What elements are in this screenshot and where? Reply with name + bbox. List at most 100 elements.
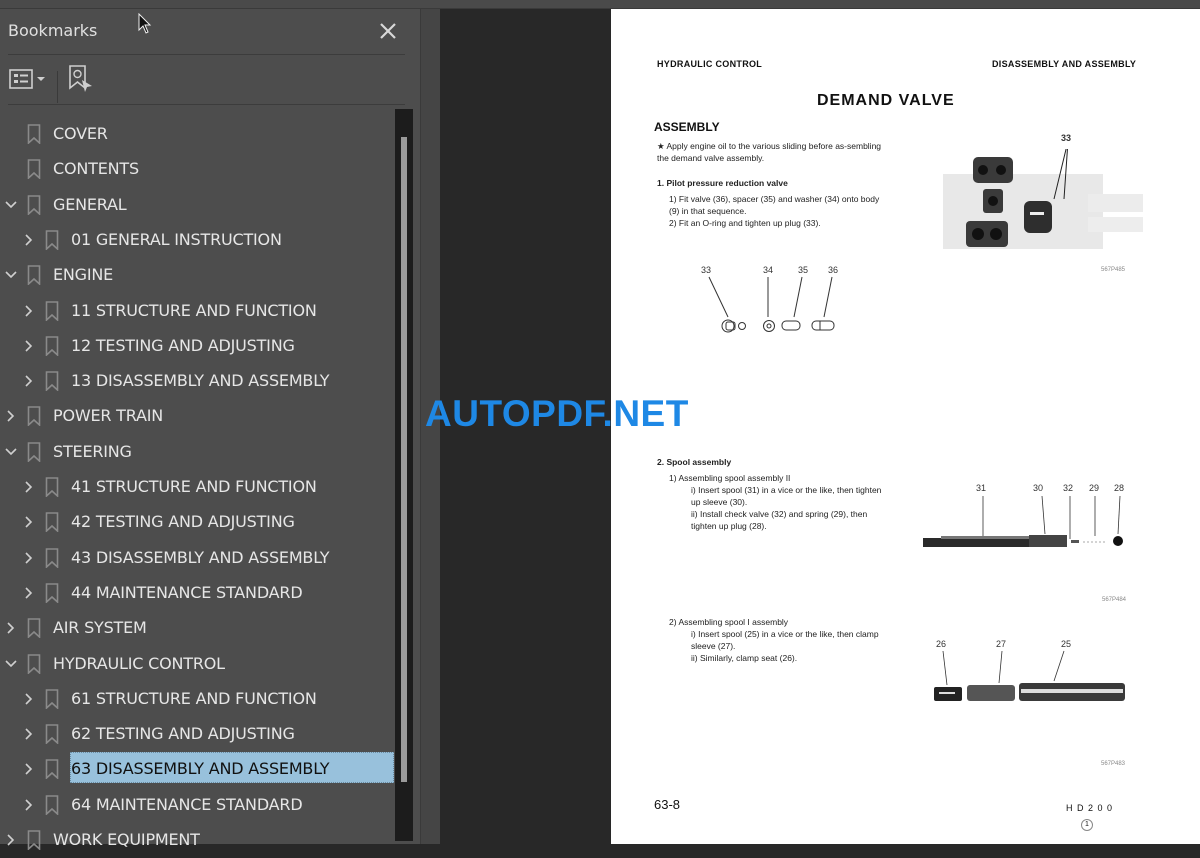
bookmark-item[interactable]: 12 TESTING AND ADJUSTING xyxy=(0,329,394,364)
find-current-bookmark-button[interactable] xyxy=(67,64,95,94)
bookmark-label: 41 STRUCTURE AND FUNCTION xyxy=(71,477,317,496)
bookmark-icon xyxy=(45,230,59,250)
bookmark-item[interactable]: 62 TESTING AND ADJUSTING xyxy=(0,717,394,752)
callout: 33 xyxy=(701,265,712,275)
callout: 31 xyxy=(976,483,987,493)
bookmark-item[interactable]: WORK EQUIPMENT xyxy=(0,823,394,858)
bookmark-item[interactable]: STEERING xyxy=(0,435,394,470)
find-current-bookmark-icon xyxy=(69,65,92,92)
spool-photo xyxy=(923,495,1123,547)
chevron-right-icon[interactable] xyxy=(22,514,36,530)
callout: 27 xyxy=(996,639,1007,649)
bookmark-icon xyxy=(45,759,59,779)
chevron-right-icon[interactable] xyxy=(4,620,18,636)
bookmark-icon xyxy=(27,654,41,674)
step2-heading: 2. Spool assembly xyxy=(657,457,732,467)
bookmark-item[interactable]: 13 DISASSEMBLY AND ASSEMBLY xyxy=(0,364,394,399)
bookmark-icon xyxy=(27,618,41,638)
bookmark-icon xyxy=(45,548,59,568)
bookmark-label: COVER xyxy=(53,124,108,143)
bookmark-label: 11 STRUCTURE AND FUNCTION xyxy=(71,301,317,320)
chevron-right-icon[interactable] xyxy=(22,761,36,777)
chevron-right-icon[interactable] xyxy=(22,726,36,742)
bookmark-label: 01 GENERAL INSTRUCTION xyxy=(71,230,282,249)
bookmark-item[interactable]: CONTENTS xyxy=(0,152,394,187)
scrollbar-thumb[interactable] xyxy=(401,137,407,782)
spool-photo xyxy=(934,650,1125,701)
step1-item: 2) Fit an O-ring and tighten up plug (33… xyxy=(669,218,821,228)
bookmark-label: 63 DISASSEMBLY AND ASSEMBLY xyxy=(71,759,330,778)
chevron-right-icon[interactable] xyxy=(22,338,36,354)
callout: 25 xyxy=(1061,639,1072,649)
bookmark-item[interactable]: 61 STRUCTURE AND FUNCTION xyxy=(0,682,394,717)
bookmark-label: 62 TESTING AND ADJUSTING xyxy=(71,724,295,743)
bookmark-label: 43 DISASSEMBLY AND ASSEMBLY xyxy=(71,548,330,567)
figure-code: 567P484 xyxy=(1102,597,1127,603)
chevron-down-icon[interactable] xyxy=(4,656,18,672)
step1-heading: 1. Pilot pressure reduction valve xyxy=(657,178,788,188)
bookmark-item[interactable]: 01 GENERAL INSTRUCTION xyxy=(0,223,394,258)
callout: 32 xyxy=(1063,483,1074,493)
bookmark-item[interactable]: 43 DISASSEMBLY AND ASSEMBLY xyxy=(0,541,394,576)
close-panel-button[interactable] xyxy=(376,19,400,43)
bookmark-item[interactable]: 64 MAINTENANCE STANDARD xyxy=(0,788,394,823)
bookmark-icon xyxy=(45,301,59,321)
bookmark-icon xyxy=(45,336,59,356)
bookmark-icon xyxy=(45,477,59,497)
callout: 29 xyxy=(1089,483,1100,493)
bookmark-icon xyxy=(45,689,59,709)
header-right: DISASSEMBLY AND ASSEMBLY xyxy=(992,59,1137,69)
bookmark-icon xyxy=(45,371,59,391)
bookmark-icon xyxy=(27,124,41,144)
chevron-right-icon[interactable] xyxy=(22,797,36,813)
bookmark-label: ENGINE xyxy=(53,265,114,284)
bookmark-item[interactable]: ENGINE xyxy=(0,258,394,293)
bookmark-item[interactable]: 41 STRUCTURE AND FUNCTION xyxy=(0,470,394,505)
header-left: HYDRAULIC CONTROL xyxy=(657,59,763,69)
bookmark-options-button[interactable] xyxy=(8,67,48,91)
chevron-down-icon[interactable] xyxy=(4,267,18,283)
bookmark-item[interactable]: COVER xyxy=(0,117,394,152)
chevron-right-icon[interactable] xyxy=(22,550,36,566)
toolbar-divider xyxy=(57,71,58,103)
bookmark-label: CONTENTS xyxy=(53,159,139,178)
bookmark-item[interactable]: HYDRAULIC CONTROL xyxy=(0,647,394,682)
bookmark-item[interactable]: 11 STRUCTURE AND FUNCTION xyxy=(0,294,394,329)
bookmark-label: 44 MAINTENANCE STANDARD xyxy=(71,583,303,602)
bookmark-item[interactable]: 44 MAINTENANCE STANDARD xyxy=(0,576,394,611)
section-heading: ASSEMBLY xyxy=(654,120,720,134)
chevron-right-icon[interactable] xyxy=(22,479,36,495)
bookmark-label: 12 TESTING AND ADJUSTING xyxy=(71,336,295,355)
panel-title: Bookmarks xyxy=(8,21,98,40)
chevron-right-icon[interactable] xyxy=(22,585,36,601)
callout: 26 xyxy=(936,639,947,649)
bookmark-label: AIR SYSTEM xyxy=(53,618,147,637)
chevron-right-icon[interactable] xyxy=(22,303,36,319)
chevron-down-icon[interactable] xyxy=(4,444,18,460)
bookmark-icon xyxy=(45,583,59,603)
chevron-right-icon[interactable] xyxy=(4,408,18,424)
watermark: AUTOPDF.NET xyxy=(425,393,689,434)
chevron-right-icon[interactable] xyxy=(22,691,36,707)
chevron-down-icon[interactable] xyxy=(4,197,18,213)
valve-photo xyxy=(943,149,1143,249)
bookmark-item[interactable]: POWER TRAIN xyxy=(0,399,394,434)
bookmark-icon xyxy=(27,442,41,462)
bookmark-item[interactable]: 63 DISASSEMBLY AND ASSEMBLY xyxy=(0,752,394,787)
bookmark-options-icon xyxy=(9,69,45,89)
bookmark-item[interactable]: 42 TESTING AND ADJUSTING xyxy=(0,505,394,540)
bookmark-item[interactable]: AIR SYSTEM xyxy=(0,611,394,646)
pdf-page: HYDRAULIC CONTROL DISASSEMBLY AND ASSEMB… xyxy=(611,9,1200,844)
chevron-right-icon[interactable] xyxy=(22,232,36,248)
bookmark-label: 13 DISASSEMBLY AND ASSEMBLY xyxy=(71,371,330,390)
bookmark-icon xyxy=(45,512,59,532)
bookmark-label: STEERING xyxy=(53,442,132,461)
mouse-cursor-icon xyxy=(138,13,152,34)
top-bar xyxy=(0,0,1200,9)
step2-sub1-item: ii) Install check valve (32) and spring … xyxy=(691,509,868,531)
bookmark-item[interactable]: GENERAL xyxy=(0,188,394,223)
chevron-right-icon[interactable] xyxy=(22,373,36,389)
chevron-right-icon[interactable] xyxy=(4,832,18,848)
callout: 34 xyxy=(763,265,774,275)
bookmark-icon xyxy=(45,724,59,744)
